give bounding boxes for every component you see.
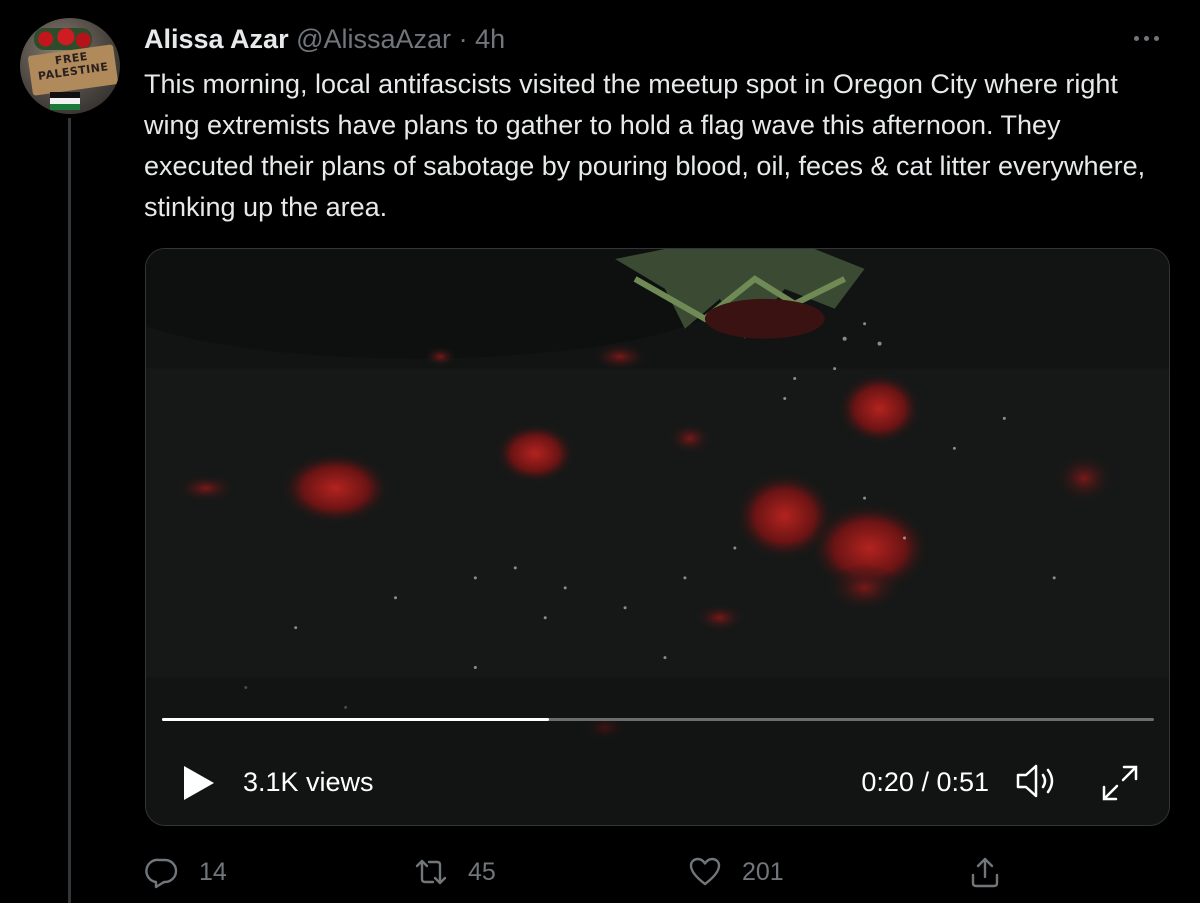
share-button[interactable] <box>968 852 1002 892</box>
play-button[interactable] <box>178 763 218 803</box>
like-count: 201 <box>742 857 784 886</box>
view-count: 3.1K views <box>243 767 374 797</box>
author-handle[interactable]: @AlissaAzar <box>296 24 451 54</box>
heart-icon <box>689 857 721 886</box>
tweet-text: This morning, local antifascists visited… <box>144 69 1146 222</box>
video-frame <box>146 249 1169 825</box>
reply-count: 14 <box>199 857 227 886</box>
reply-icon <box>145 858 178 889</box>
volume-button[interactable] <box>1014 761 1064 801</box>
share-icon <box>971 857 999 888</box>
thread-line <box>68 118 71 903</box>
progress-fill <box>162 718 549 721</box>
retweet-button[interactable]: 45 <box>414 852 496 892</box>
video-player[interactable]: 3.1K views 0:20 / 0:51 <box>145 248 1170 826</box>
progress-bar[interactable] <box>162 718 1154 721</box>
retweet-count: 45 <box>468 857 496 886</box>
video-time: 0:20 / 0:51 <box>861 767 989 797</box>
tweet-time[interactable]: 4h <box>475 24 505 54</box>
more-horizontal-icon[interactable] <box>1134 36 1170 46</box>
tweet-header: Alissa Azar @AlissaAzar · 4h <box>144 22 505 56</box>
fullscreen-button[interactable] <box>1098 761 1142 805</box>
avatar-flowers <box>34 28 92 50</box>
avatar[interactable]: FREE PALESTINE <box>20 18 120 114</box>
retweet-icon <box>415 859 447 885</box>
play-icon <box>184 766 214 800</box>
separator-dot: · <box>458 24 468 54</box>
volume-icon <box>1016 764 1054 798</box>
fullscreen-icon <box>1102 765 1138 801</box>
like-button[interactable]: 201 <box>688 852 784 892</box>
author-name[interactable]: Alissa Azar <box>144 24 289 54</box>
avatar-sign: FREE PALESTINE <box>27 44 119 96</box>
reply-button[interactable]: 14 <box>145 852 227 892</box>
flag-icon <box>50 92 80 110</box>
